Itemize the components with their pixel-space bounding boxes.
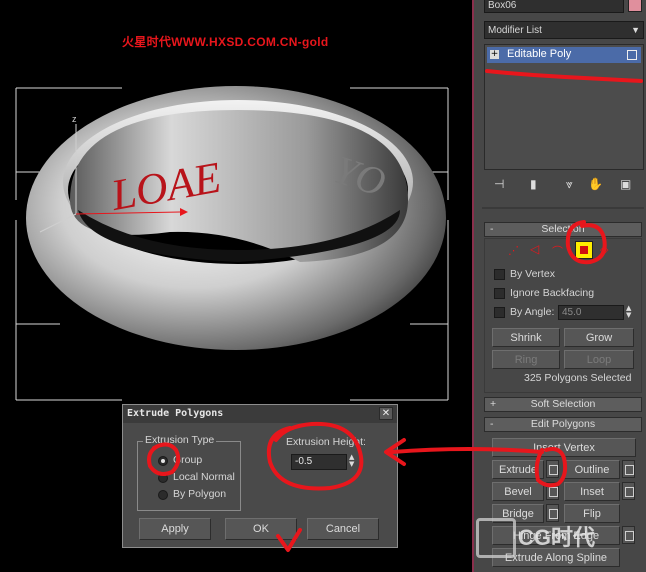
annotation-overlay bbox=[147, 421, 544, 552]
